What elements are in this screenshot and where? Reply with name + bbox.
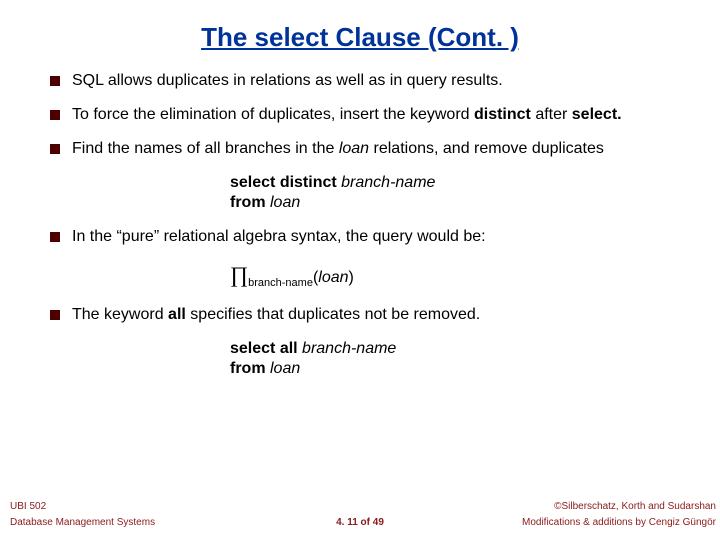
code-line: select distinct branch-name <box>230 173 675 193</box>
code-line: from loan <box>230 359 675 379</box>
bullet-icon <box>50 310 60 320</box>
bullet-4: In the “pure” relational algebra syntax,… <box>50 227 675 247</box>
content-area: SQL allows duplicates in relations as we… <box>0 71 720 379</box>
code-line: select all branch-name <box>230 339 675 359</box>
code-block-1: select distinct branch-name from loan <box>230 173 675 213</box>
bullet-icon <box>50 110 60 120</box>
footer-course: UBI 502 <box>10 501 46 512</box>
pi-symbol: ∏ <box>230 262 248 287</box>
bullet-text: In the “pure” relational algebra syntax,… <box>72 227 675 247</box>
footer-mods: Modifications & additions by Cengiz Güng… <box>522 517 716 528</box>
bullet-icon <box>50 144 60 154</box>
bullet-3: Find the names of all branches in the lo… <box>50 139 675 159</box>
bullet-text: To force the elimination of duplicates, … <box>72 105 675 125</box>
code-block-2: select all branch-name from loan <box>230 339 675 379</box>
slide: The select Clause (Cont. ) SQL allows du… <box>0 0 720 540</box>
projection-expr: ∏branch-name(loan) <box>230 261 675 291</box>
bullet-5: The keyword all specifies that duplicate… <box>50 305 675 325</box>
bullet-icon <box>50 76 60 86</box>
bullet-2: To force the elimination of duplicates, … <box>50 105 675 125</box>
bullet-icon <box>50 232 60 242</box>
footer-copyright: ©Silberschatz, Korth and Sudarshan <box>554 501 716 512</box>
slide-title: The select Clause (Cont. ) <box>0 0 720 71</box>
code-line: from loan <box>230 193 675 213</box>
bullet-text: The keyword all specifies that duplicate… <box>72 305 675 325</box>
bullet-1: SQL allows duplicates in relations as we… <box>50 71 675 91</box>
bullet-text: SQL allows duplicates in relations as we… <box>72 71 675 91</box>
bullet-text: Find the names of all branches in the lo… <box>72 139 675 159</box>
